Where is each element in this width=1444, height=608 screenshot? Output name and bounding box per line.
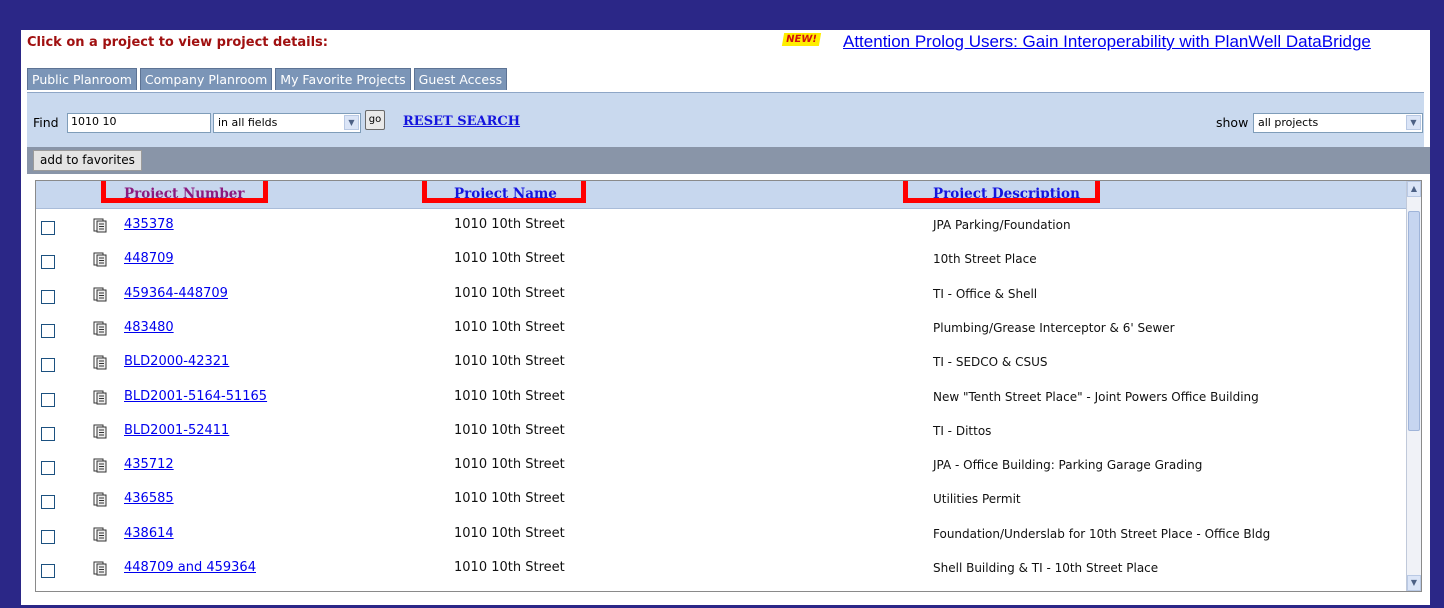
- project-name: 1010 10th Street: [454, 422, 565, 438]
- project-name: 1010 10th Street: [454, 354, 565, 370]
- search-field-select[interactable]: in all fields ▼: [213, 113, 361, 133]
- project-name: 1010 10th Street: [454, 525, 565, 541]
- document-icon: [93, 355, 107, 370]
- project-name: 1010 10th Street: [454, 285, 565, 301]
- scrollbar-thumb[interactable]: [1408, 211, 1420, 431]
- row-checkbox[interactable]: [41, 495, 55, 510]
- project-description: Plumbing/Grease Interceptor & 6' Sewer: [933, 320, 1175, 335]
- row-checkbox[interactable]: [41, 461, 55, 476]
- row-checkbox[interactable]: [41, 255, 55, 270]
- projects-table: Project Number Project Name Project Desc…: [35, 180, 1422, 592]
- project-description: TI - Dittos: [933, 423, 992, 438]
- table-row: 435378 1010 10th Street JPA Parking/Foun…: [36, 208, 1408, 242]
- project-number-link[interactable]: 483480: [124, 320, 174, 335]
- project-name: 1010 10th Street: [454, 319, 565, 335]
- tab-company-planroom[interactable]: Company Planroom: [139, 68, 273, 90]
- project-description: JPA - Office Building: Parking Garage Gr…: [933, 458, 1203, 473]
- table-row: 448709 and 459364 1010 10th Street Shell…: [36, 551, 1408, 585]
- search-field-value: in all fields: [218, 116, 278, 129]
- document-icon: [93, 527, 107, 542]
- scroll-up-icon[interactable]: ▲: [1407, 181, 1421, 197]
- project-number-link[interactable]: 448709 and 459364: [124, 560, 256, 575]
- document-icon: [93, 561, 107, 576]
- planroom-panel: Click on a project to view project detai…: [21, 30, 1430, 605]
- table-row: BLD2001-5164-51165 1010 10th Street New …: [36, 380, 1408, 414]
- reset-search-link[interactable]: RESET SEARCH: [403, 114, 520, 129]
- row-checkbox[interactable]: [41, 564, 55, 578]
- project-number-link[interactable]: 435378: [124, 217, 174, 232]
- planroom-tabs: Public Planroom Company Planroom My Favo…: [27, 68, 508, 90]
- project-description: JPA Parking/Foundation: [933, 218, 1071, 232]
- project-name: 1010 10th Street: [454, 388, 565, 404]
- highlight-box-project-number: [101, 181, 268, 203]
- document-icon: [93, 252, 107, 267]
- header-row: Click on a project to view project detai…: [21, 30, 1430, 66]
- chevron-down-icon[interactable]: ▼: [1406, 115, 1421, 130]
- show-label: show: [1216, 115, 1249, 130]
- project-description: TI - Office & Shell: [933, 286, 1038, 301]
- highlight-box-project-description: [903, 181, 1100, 203]
- highlight-box-project-name: [422, 181, 586, 203]
- project-name: 1010 10th Street: [454, 217, 565, 232]
- tab-my-favorite-projects[interactable]: My Favorite Projects: [275, 68, 411, 90]
- new-badge: NEW!: [781, 33, 821, 46]
- toolbar: add to favorites: [27, 147, 1430, 174]
- document-icon: [93, 424, 107, 439]
- row-checkbox[interactable]: [41, 358, 55, 373]
- add-to-favorites-button[interactable]: add to favorites: [33, 150, 142, 171]
- project-number-link[interactable]: 459364-448709: [124, 286, 228, 301]
- search-bar: Find 1010 10 in all fields ▼ go RESET SE…: [27, 92, 1424, 148]
- row-checkbox[interactable]: [41, 426, 55, 441]
- table-row: 436585 1010 10th Street Utilities Permit: [36, 482, 1408, 516]
- project-number-link[interactable]: 438614: [124, 526, 174, 541]
- tab-guest-access[interactable]: Guest Access: [413, 68, 508, 90]
- row-checkbox[interactable]: [41, 529, 55, 544]
- table-scrollbar[interactable]: ▲ ▼: [1406, 181, 1421, 591]
- announcement-link[interactable]: Attention Prolog Users: Gain Interoperab…: [843, 32, 1371, 52]
- table-row: 459364-448709 1010 10th Street TI - Offi…: [36, 277, 1408, 311]
- project-name: 1010 10th Street: [454, 457, 565, 473]
- scroll-down-icon[interactable]: ▼: [1407, 575, 1421, 591]
- project-number-link[interactable]: 435712: [124, 457, 174, 472]
- table-row: 448709 1010 10th Street 10th Street Plac…: [36, 242, 1408, 276]
- row-checkbox[interactable]: [41, 323, 55, 338]
- go-button[interactable]: go: [365, 110, 385, 130]
- row-checkbox[interactable]: [41, 289, 55, 304]
- document-icon: [93, 458, 107, 473]
- document-icon: [93, 287, 107, 302]
- row-checkbox[interactable]: [41, 221, 55, 235]
- project-number-link[interactable]: BLD2001-52411: [124, 423, 229, 438]
- document-icon: [93, 492, 107, 507]
- project-name: 1010 10th Street: [454, 560, 565, 575]
- project-number-link[interactable]: BLD2000-42321: [124, 354, 229, 369]
- table-row: 483480 1010 10th Street Plumbing/Grease …: [36, 311, 1408, 345]
- project-number-link[interactable]: 436585: [124, 491, 174, 506]
- project-description: TI - SEDCO & CSUS: [933, 355, 1048, 370]
- find-input[interactable]: 1010 10: [67, 113, 211, 133]
- project-description: Shell Building & TI - 10th Street Place: [933, 561, 1159, 575]
- show-filter-value: all projects: [1258, 116, 1319, 129]
- project-description: 10th Street Place: [933, 252, 1037, 267]
- table-row: BLD2000-42321 1010 10th Street TI - SEDC…: [36, 345, 1408, 379]
- chevron-down-icon[interactable]: ▼: [344, 115, 359, 130]
- document-icon: [93, 321, 107, 336]
- project-name: 1010 10th Street: [454, 491, 565, 507]
- show-filter-select[interactable]: all projects ▼: [1253, 113, 1423, 133]
- project-name: 1010 10th Street: [454, 251, 565, 267]
- project-number-link[interactable]: BLD2001-5164-51165: [124, 389, 267, 404]
- document-icon: [93, 218, 107, 233]
- table-row: 435712 1010 10th Street JPA - Office Bui…: [36, 448, 1408, 482]
- instruction-text: Click on a project to view project detai…: [27, 35, 328, 50]
- project-description: New "Tenth Street Place" - Joint Powers …: [933, 389, 1259, 404]
- tab-public-planroom[interactable]: Public Planroom: [27, 68, 137, 90]
- project-description: Utilities Permit: [933, 492, 1021, 507]
- find-label: Find: [33, 115, 59, 130]
- table-row: BLD2001-52411 1010 10th Street TI - Ditt…: [36, 414, 1408, 448]
- table-row: 438614 1010 10th Street Foundation/Under…: [36, 517, 1408, 551]
- table-header: Project Number Project Name Project Desc…: [36, 181, 1408, 209]
- project-number-link[interactable]: 448709: [124, 251, 174, 266]
- project-description: Foundation/Underslab for 10th Street Pla…: [933, 526, 1271, 541]
- row-checkbox[interactable]: [41, 392, 55, 407]
- document-icon: [93, 390, 107, 404]
